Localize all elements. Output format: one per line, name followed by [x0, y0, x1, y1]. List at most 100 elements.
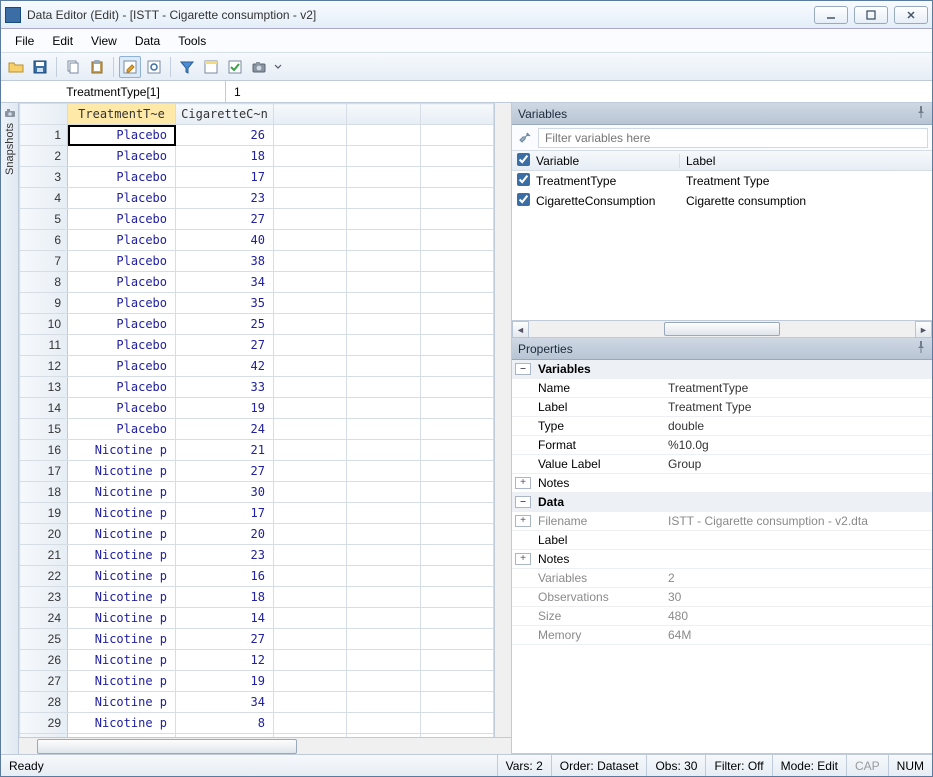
pin-icon[interactable]: [916, 106, 926, 121]
cell[interactable]: [274, 713, 347, 734]
row-header[interactable]: 7: [20, 251, 68, 272]
cell[interactable]: [420, 167, 493, 188]
cell[interactable]: [347, 608, 420, 629]
cell[interactable]: [420, 461, 493, 482]
table-row[interactable]: 29Nicotine p8: [20, 713, 494, 734]
minimize-button[interactable]: [814, 6, 848, 24]
row-header[interactable]: 18: [20, 482, 68, 503]
table-row[interactable]: 7Placebo38: [20, 251, 494, 272]
cell[interactable]: Nicotine p: [68, 524, 176, 545]
maximize-button[interactable]: [854, 6, 888, 24]
row-header[interactable]: 5: [20, 209, 68, 230]
cell[interactable]: [420, 188, 493, 209]
data-grid[interactable]: TreatmentT~e CigaretteC~n 1Placebo262Pla…: [19, 103, 494, 737]
property-row[interactable]: +Notes: [512, 550, 932, 569]
menu-edit[interactable]: Edit: [44, 31, 81, 51]
cell[interactable]: Nicotine p: [68, 692, 176, 713]
column-header[interactable]: CigaretteC~n: [176, 104, 274, 125]
table-row[interactable]: 28Nicotine p34: [20, 692, 494, 713]
properties-panel-header[interactable]: Properties: [512, 338, 932, 360]
menu-data[interactable]: Data: [127, 31, 168, 51]
cell[interactable]: 20: [176, 524, 274, 545]
cell-name-field[interactable]: TreatmentType[1]: [1, 81, 226, 102]
cell[interactable]: 18: [176, 587, 274, 608]
cell[interactable]: Nicotine p: [68, 650, 176, 671]
cell[interactable]: Placebo: [68, 251, 176, 272]
cell[interactable]: 26: [176, 125, 274, 146]
property-row[interactable]: Observations30: [512, 588, 932, 607]
table-row[interactable]: 2Placebo18: [20, 146, 494, 167]
cell[interactable]: [274, 356, 347, 377]
table-row[interactable]: 18Nicotine p30: [20, 482, 494, 503]
cell[interactable]: [274, 734, 347, 738]
cell[interactable]: [347, 335, 420, 356]
row-header[interactable]: 29: [20, 713, 68, 734]
cell[interactable]: [347, 713, 420, 734]
cell[interactable]: Nicotine p: [68, 461, 176, 482]
cell[interactable]: 33: [176, 377, 274, 398]
cell[interactable]: 17: [176, 167, 274, 188]
cell[interactable]: [347, 629, 420, 650]
row-header[interactable]: 30: [20, 734, 68, 738]
cell[interactable]: [347, 671, 420, 692]
cell[interactable]: [420, 734, 493, 738]
cell[interactable]: Nicotine p: [68, 734, 176, 738]
property-row[interactable]: Format%10.0g: [512, 436, 932, 455]
cell[interactable]: 24: [176, 419, 274, 440]
cell[interactable]: [420, 293, 493, 314]
property-section[interactable]: –Variables: [512, 360, 932, 379]
cell[interactable]: [420, 503, 493, 524]
cell[interactable]: [347, 650, 420, 671]
cell[interactable]: [274, 188, 347, 209]
variable-checkbox[interactable]: [517, 173, 530, 186]
cell[interactable]: 27: [176, 461, 274, 482]
cell[interactable]: [420, 587, 493, 608]
cell[interactable]: [347, 251, 420, 272]
expand-icon[interactable]: +: [515, 553, 531, 565]
cell[interactable]: [347, 314, 420, 335]
table-row[interactable]: 6Placebo40: [20, 230, 494, 251]
cell[interactable]: Placebo: [68, 188, 176, 209]
expand-icon[interactable]: +: [515, 477, 531, 489]
value-labels-button[interactable]: [224, 56, 246, 78]
snapshot-button[interactable]: [248, 56, 270, 78]
cell[interactable]: [274, 335, 347, 356]
pin-icon[interactable]: [916, 341, 926, 356]
menu-file[interactable]: File: [7, 31, 42, 51]
row-header[interactable]: 1: [20, 125, 68, 146]
cell[interactable]: [420, 398, 493, 419]
cell[interactable]: Nicotine p: [68, 629, 176, 650]
cell-value-field[interactable]: 1: [226, 81, 932, 102]
variables-horizontal-scrollbar[interactable]: ◄ ►: [512, 320, 932, 337]
row-header[interactable]: 12: [20, 356, 68, 377]
table-row[interactable]: 17Nicotine p27: [20, 461, 494, 482]
row-header[interactable]: 13: [20, 377, 68, 398]
row-header[interactable]: 25: [20, 629, 68, 650]
cell[interactable]: 27: [176, 335, 274, 356]
cell[interactable]: [420, 692, 493, 713]
cell[interactable]: Nicotine p: [68, 482, 176, 503]
cell[interactable]: [347, 440, 420, 461]
table-row[interactable]: 12Placebo42: [20, 356, 494, 377]
cell[interactable]: 30: [176, 482, 274, 503]
row-header[interactable]: 27: [20, 671, 68, 692]
table-row[interactable]: 1Placebo26: [20, 125, 494, 146]
cell[interactable]: [274, 314, 347, 335]
cell[interactable]: [274, 419, 347, 440]
cell[interactable]: [347, 692, 420, 713]
variables-header-name[interactable]: Variable: [534, 154, 680, 168]
cell[interactable]: [274, 524, 347, 545]
toolbar-overflow[interactable]: [272, 56, 284, 78]
cell[interactable]: [274, 692, 347, 713]
cell[interactable]: [347, 167, 420, 188]
cell[interactable]: Nicotine p: [68, 713, 176, 734]
table-row[interactable]: 19Nicotine p17: [20, 503, 494, 524]
cell[interactable]: [420, 335, 493, 356]
scroll-thumb[interactable]: [664, 322, 780, 336]
row-header[interactable]: 14: [20, 398, 68, 419]
cell[interactable]: 27: [176, 629, 274, 650]
cell[interactable]: [347, 419, 420, 440]
table-row[interactable]: 24Nicotine p14: [20, 608, 494, 629]
cell[interactable]: [420, 230, 493, 251]
row-header[interactable]: 26: [20, 650, 68, 671]
